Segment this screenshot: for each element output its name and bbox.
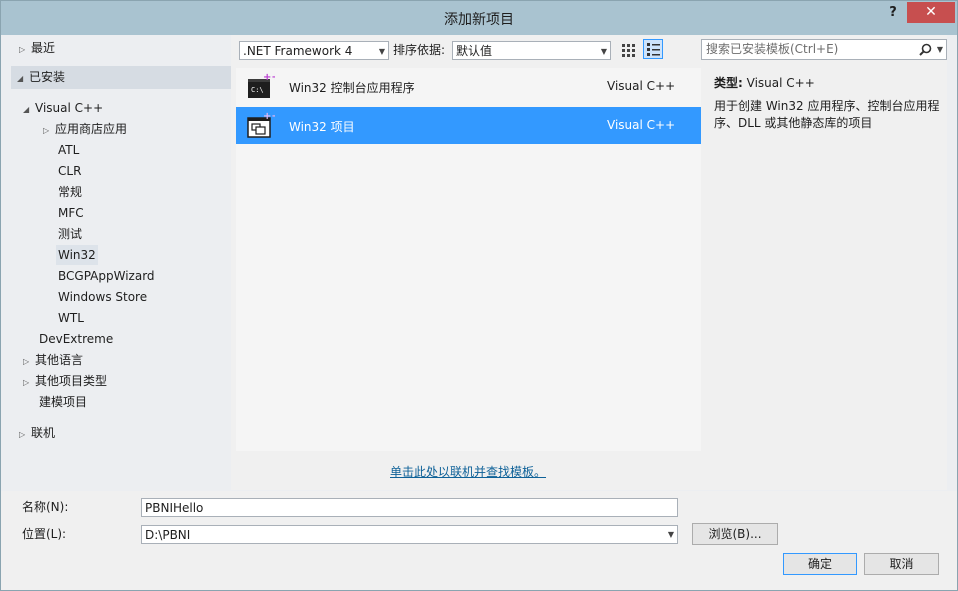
- tree-item-installed[interactable]: ◢ 已安装: [11, 66, 231, 89]
- name-label: 名称(N):: [22, 500, 69, 514]
- dropdown-arrow-icon: ▼: [600, 47, 607, 56]
- tree-item-win32[interactable]: Win32: [56, 245, 98, 265]
- browse-button[interactable]: 浏览(B)...: [692, 523, 778, 545]
- template-list: C:\ ++ Win32 控制台应用程序 Visual C++ ++ Win32…: [236, 68, 701, 451]
- location-input[interactable]: D:\PBNI ▼: [141, 525, 678, 544]
- expand-arrow-icon[interactable]: ▷: [19, 40, 31, 60]
- dialog-content: ▷ 最近 ◢ 已安装 ◢ Visual C++ ▷ 应用商店应用 ATL CLR 常规 …: [11, 35, 947, 490]
- dialog-title: 添加新项目: [444, 12, 514, 28]
- template-name: Win32 控制台应用程序: [289, 81, 415, 95]
- tree-item-windows-store[interactable]: Windows Store: [58, 287, 147, 307]
- tree-item-clr[interactable]: CLR: [58, 161, 81, 181]
- project-name-input[interactable]: PBNIHello: [141, 498, 678, 517]
- type-label: 类型:: [714, 76, 743, 90]
- template-name: Win32 项目: [289, 120, 355, 134]
- collapse-arrow-icon[interactable]: ◢: [17, 67, 29, 90]
- cancel-button[interactable]: 取消: [864, 553, 939, 575]
- tree-label: 其他语言: [35, 353, 84, 367]
- template-type: 类型: Visual C++: [714, 74, 815, 91]
- console-app-icon: C:\ ++: [248, 72, 275, 98]
- tree-item-general[interactable]: 常规: [58, 182, 82, 202]
- win32-project-icon: ++: [247, 111, 275, 138]
- ok-button[interactable]: 确定: [783, 553, 857, 575]
- tree-label: 联机: [31, 426, 56, 440]
- tree-item-devextreme[interactable]: DevExtreme: [39, 329, 113, 349]
- location-value: D:\PBNI: [145, 528, 191, 542]
- tree-item-mfc[interactable]: MFC: [58, 203, 84, 223]
- template-info-panel: 类型: Visual C++ 用于创建 Win32 应用程序、控制台应用程序、D…: [704, 68, 947, 488]
- tree-label: 最近: [31, 41, 56, 55]
- search-icon[interactable]: [919, 43, 932, 56]
- tree-item-bcgpappwizard[interactable]: BCGPAppWizard: [58, 266, 155, 286]
- expand-arrow-icon[interactable]: ▷: [43, 121, 55, 141]
- type-value: Visual C++: [746, 76, 815, 90]
- small-icons-view-button[interactable]: [618, 40, 638, 60]
- framework-value: .NET Framework 4: [243, 44, 353, 58]
- title-bar[interactable]: 添加新项目 ? ✕: [1, 1, 957, 35]
- tree-item-other-languages[interactable]: ▷ 其他语言: [23, 350, 83, 370]
- list-view-icon: [647, 43, 660, 56]
- template-language: Visual C++: [607, 79, 676, 93]
- sort-dropdown[interactable]: 默认值 ▼: [452, 41, 611, 60]
- tree-item-other-project-types[interactable]: ▷ 其他项目类型: [23, 371, 107, 391]
- svg-text:++: ++: [263, 72, 275, 83]
- grid-view-icon: [622, 44, 635, 57]
- tree-item-wtl[interactable]: WTL: [58, 308, 84, 328]
- expand-arrow-icon[interactable]: ▷: [19, 425, 31, 445]
- tree-item-atl[interactable]: ATL: [58, 140, 79, 160]
- framework-dropdown[interactable]: .NET Framework 4 ▼: [239, 41, 389, 60]
- tree-label: 其他项目类型: [35, 374, 108, 388]
- tree-item-online[interactable]: ▷ 联机: [19, 423, 55, 443]
- details-view-button[interactable]: [643, 39, 663, 59]
- search-placeholder: 搜索已安装模板(Ctrl+E): [706, 42, 839, 56]
- sort-value: 默认值: [456, 44, 493, 58]
- template-row-win32-project[interactable]: ++ Win32 项目 Visual C++: [236, 107, 701, 144]
- tree-label: Visual C++: [35, 101, 104, 115]
- tree-item-recent[interactable]: ▷ 最近: [19, 38, 55, 58]
- dropdown-arrow-icon[interactable]: ▼: [668, 526, 674, 544]
- template-row-console-app[interactable]: C:\ ++ Win32 控制台应用程序 Visual C++: [236, 68, 701, 105]
- help-button[interactable]: ?: [885, 5, 901, 23]
- template-search-input[interactable]: 搜索已安装模板(Ctrl+E) ▼: [701, 39, 947, 60]
- tree-item-test[interactable]: 测试: [58, 224, 82, 244]
- collapse-arrow-icon[interactable]: ◢: [23, 100, 35, 120]
- online-templates-link[interactable]: 单击此处以联机并查找模板。: [390, 463, 546, 480]
- tree-label: 已安装: [29, 70, 66, 84]
- expand-arrow-icon[interactable]: ▷: [23, 352, 35, 372]
- search-options-arrow-icon[interactable]: ▼: [937, 40, 943, 59]
- sort-label: 排序依据:: [393, 43, 446, 57]
- tree-item-modeling[interactable]: 建模项目: [39, 392, 87, 412]
- tree-label: 应用商店应用: [55, 122, 128, 136]
- template-language: Visual C++: [607, 118, 676, 132]
- add-new-project-dialog: 添加新项目 ? ✕ ▷ 最近 ◢ 已安装 ◢ Visual C++ ▷ 应用商店应用 A…: [0, 0, 958, 591]
- tree-item-visual-cpp[interactable]: ◢ Visual C++: [23, 98, 103, 118]
- tree-item-store-apps[interactable]: ▷ 应用商店应用: [43, 119, 127, 139]
- template-tree: ▷ 最近 ◢ 已安装 ◢ Visual C++ ▷ 应用商店应用 ATL CLR 常规 …: [11, 35, 231, 490]
- dropdown-arrow-icon: ▼: [378, 47, 385, 56]
- svg-text:++: ++: [263, 111, 275, 122]
- project-form: 名称(N): PBNIHello 位置(L): D:\PBNI ▼ 浏览(B).…: [1, 491, 957, 590]
- expand-arrow-icon[interactable]: ▷: [23, 373, 35, 393]
- close-button[interactable]: ✕: [907, 2, 955, 23]
- location-label: 位置(L):: [22, 527, 67, 541]
- template-description: 用于创建 Win32 应用程序、控制台应用程序、DLL 或其他静态库的项目: [714, 99, 940, 130]
- svg-text:C:\: C:\: [251, 86, 264, 94]
